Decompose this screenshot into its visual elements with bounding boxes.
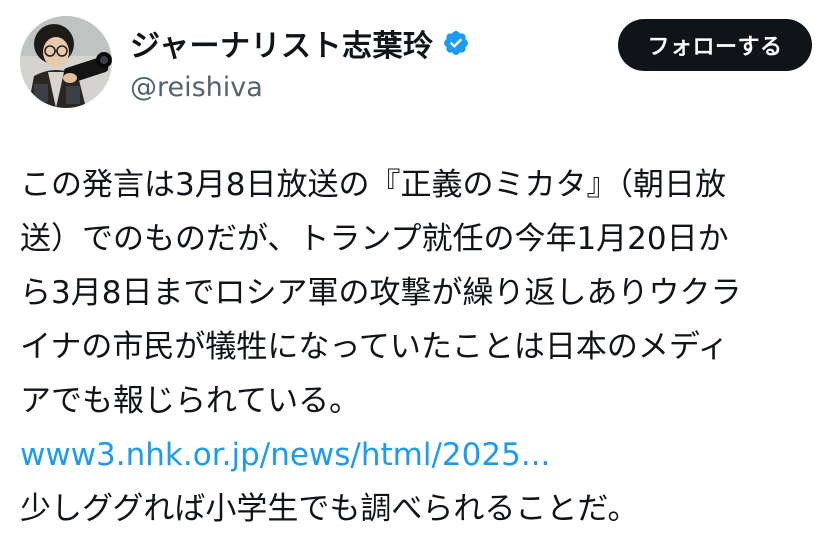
tweet-text-line: イナの市民が犠牲になっていたことは日本のメディ (20, 329, 729, 365)
tweet-link-line: www3.nhk.or.jp/news/html/2025... (20, 428, 810, 482)
tweet-text-line: この発言は3月8日放送の『正義のミカタ』（朝日放 (20, 167, 726, 203)
tweet-text: この発言は3月8日放送の『正義のミカタ』（朝日放 送）でのものだが、トランプ就任… (20, 158, 810, 536)
avatar-photo (20, 16, 112, 108)
display-name-row: ジャーナリスト志葉玲 (130, 21, 470, 65)
tweet-closing-line: 少しググれば小学生でも調べられることだ。 (20, 491, 639, 527)
follow-button[interactable]: フォローする (618, 19, 812, 71)
verified-badge-icon (442, 29, 470, 57)
tweet-card: ジャーナリスト志葉玲 @reishiva フォローする この発言は3月8日放送の… (0, 0, 828, 540)
display-name[interactable]: ジャーナリスト志葉玲 (130, 21, 434, 65)
tweet-text-line: 送）でのものだが、トランプ就任の今年1月20日か (20, 221, 729, 257)
tweet-text-line: ら3月8日までロシア軍の攻撃が繰り返しありウクラ (20, 275, 742, 311)
handle[interactable]: @reishiva (130, 72, 470, 103)
avatar[interactable] (20, 16, 112, 108)
tweet-text-line: アでも報じられている。 (20, 383, 361, 419)
news-link[interactable]: www3.nhk.or.jp/news/html/2025... (20, 437, 550, 473)
author-names: ジャーナリスト志葉玲 @reishiva (130, 24, 470, 103)
tweet-header: ジャーナリスト志葉玲 @reishiva フォローする (20, 16, 812, 116)
